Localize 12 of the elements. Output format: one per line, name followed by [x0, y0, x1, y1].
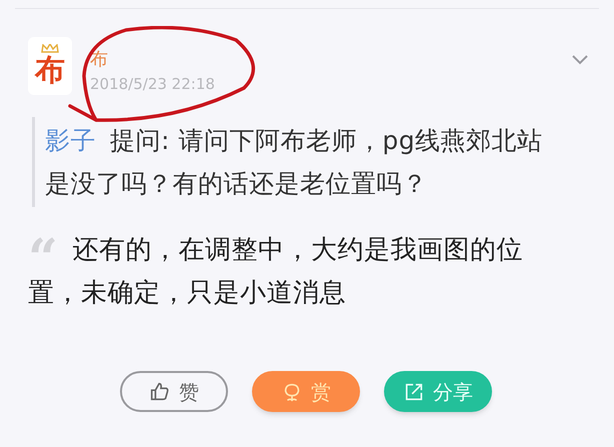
avatar-logo-text: 布 — [34, 52, 66, 88]
thumbs-up-icon — [149, 380, 171, 402]
post-time: 2018/5/23 22:18 — [90, 74, 215, 95]
asker-link[interactable]: 影子 — [45, 126, 96, 155]
like-button[interactable]: 赞 — [120, 371, 228, 412]
chevron-down-icon[interactable] — [572, 55, 588, 65]
question-text: 影子 提问: 请问下阿布老师，pg线燕郊北站是没了吗？有的话还是老位置吗？ — [45, 125, 544, 200]
crown-icon — [41, 44, 59, 52]
reward-button[interactable]: 赏 — [252, 371, 360, 412]
author-name[interactable]: 布 — [90, 49, 215, 71]
share-button[interactable]: 分享 — [384, 371, 492, 412]
avatar[interactable]: 布 — [28, 37, 72, 95]
